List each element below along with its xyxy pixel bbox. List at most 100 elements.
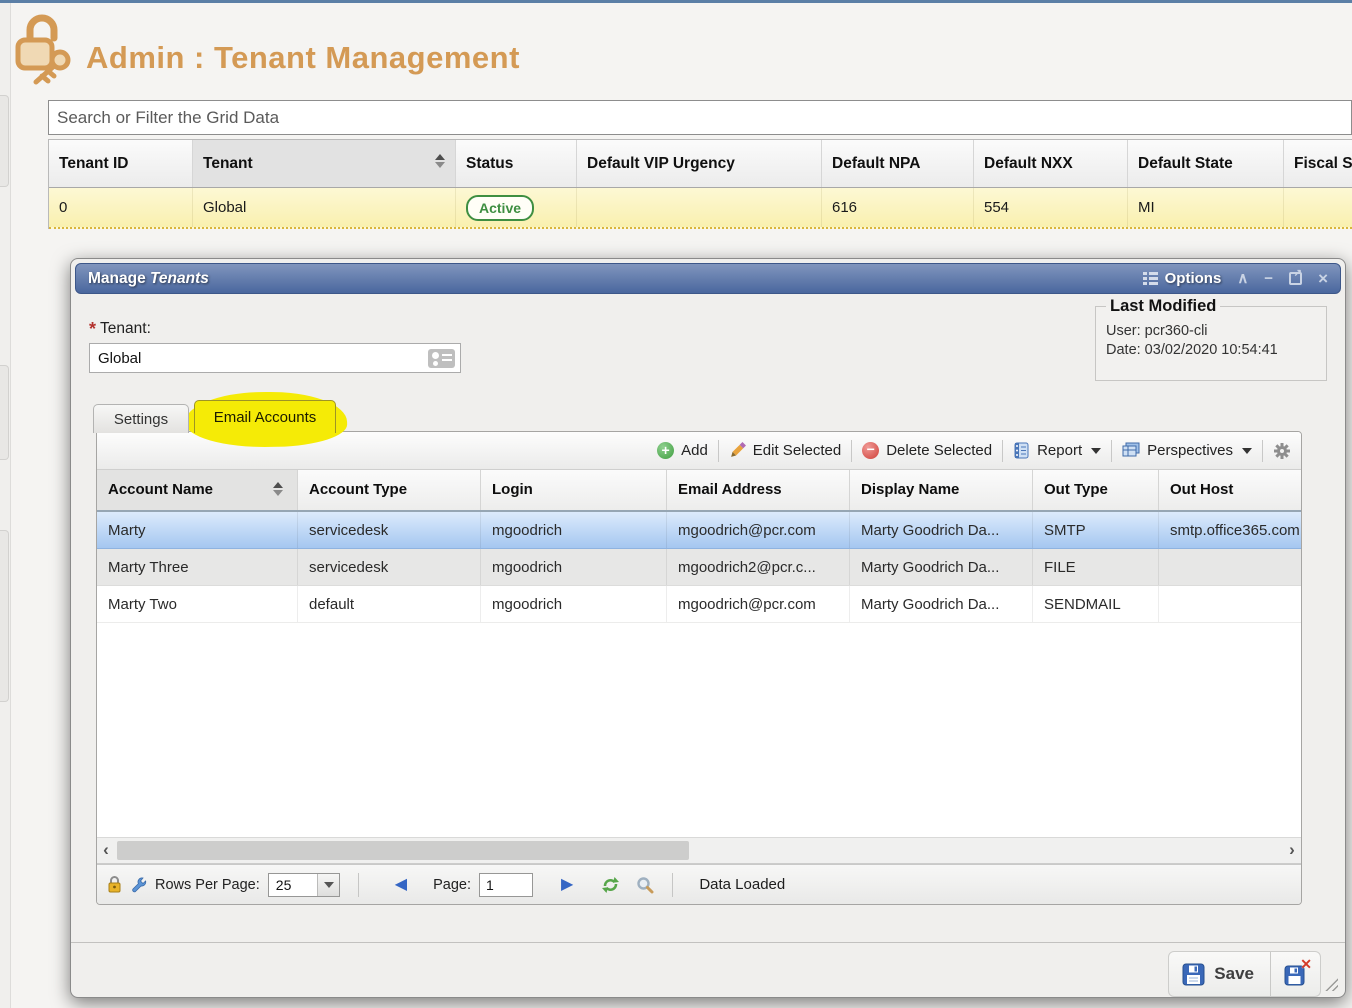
next-page-button[interactable]: ▶ [561, 877, 573, 893]
cell-default-npa: 616 [822, 188, 974, 227]
perspectives-icon [1122, 442, 1140, 459]
toolbar-separator [851, 440, 852, 462]
account-row-marty-three[interactable]: Marty Three servicedesk mgoodrich mgoodr… [97, 549, 1302, 586]
options-grid-icon [1143, 272, 1158, 285]
collapse-icon[interactable]: ∧ [1237, 271, 1248, 286]
cell-tenant: Global [193, 188, 456, 227]
column-header-default-state[interactable]: Default State [1128, 140, 1284, 187]
cell-out-type: SMTP [1033, 512, 1159, 548]
options-button[interactable]: Options [1143, 270, 1222, 287]
background-panel-item [0, 530, 9, 702]
account-row-marty[interactable]: Marty servicedesk mgoodrich mgoodrich@pc… [97, 512, 1302, 549]
required-marker: * [89, 319, 96, 339]
dialog-title: Manage Tenants [88, 270, 209, 288]
cell-display-name: Marty Goodrich Da... [850, 549, 1033, 585]
save-and-close-button[interactable]: ✕ [1270, 952, 1320, 996]
cell-account-name: Marty [97, 512, 298, 548]
cell-account-name: Marty Three [97, 549, 298, 585]
horizontal-scrollbar[interactable]: ‹ › [97, 837, 1301, 864]
chevron-down-icon [1242, 448, 1252, 454]
column-header-status[interactable]: Status [456, 140, 577, 187]
column-header-fiscal[interactable]: Fiscal S [1284, 140, 1352, 187]
cell-account-type: default [298, 586, 481, 622]
cell-account-name: Marty Two [97, 586, 298, 622]
wrench-icon[interactable] [130, 876, 147, 893]
sort-icon [435, 154, 445, 168]
cell-out-host: smtp.office365.com [1159, 512, 1302, 548]
column-header-out-type[interactable]: Out Type [1033, 470, 1159, 510]
cell-out-host [1159, 549, 1302, 585]
toolbar-separator [1111, 440, 1112, 462]
column-header-default-nxx[interactable]: Default NXX [974, 140, 1128, 187]
column-header-account-type[interactable]: Account Type [298, 470, 481, 510]
column-header-tenant[interactable]: Tenant [193, 140, 456, 187]
page-number-input[interactable] [479, 873, 533, 897]
save-icon [1182, 963, 1205, 986]
tab-settings[interactable]: Settings [93, 404, 189, 433]
cell-login: mgoodrich [481, 512, 667, 548]
email-accounts-panel: + Add Edit Selected − Delete Selected [96, 431, 1302, 905]
pencil-icon [729, 442, 746, 459]
chevron-down-icon [1091, 448, 1101, 454]
last-modified-date: Date: 03/02/2020 10:54:41 [1106, 342, 1316, 358]
tenant-input[interactable] [90, 350, 428, 367]
cell-email: mgoodrich2@pcr.c... [667, 549, 850, 585]
toolbar-separator [718, 440, 719, 462]
cell-fiscal [1284, 188, 1352, 227]
add-button[interactable]: + Add [657, 442, 708, 459]
tenant-field-label: * Tenant: [89, 319, 151, 340]
cell-tenant-id: 0 [49, 188, 193, 227]
resize-handle[interactable] [1322, 975, 1338, 991]
column-header-default-npa[interactable]: Default NPA [822, 140, 974, 187]
rows-per-page-select[interactable]: 25 [268, 873, 340, 897]
last-modified-title: Last Modified [1106, 297, 1220, 316]
scroll-right-arrow[interactable]: › [1283, 838, 1301, 863]
tenant-grid-header: Tenant ID Tenant Status Default VIP Urge… [49, 140, 1352, 188]
cell-account-type: servicedesk [298, 549, 481, 585]
column-header-out-host[interactable]: Out Host [1159, 470, 1302, 510]
grid-status-text: Data Loaded [699, 876, 785, 893]
cell-login: mgoodrich [481, 586, 667, 622]
column-header-account-name[interactable]: Account Name [97, 470, 298, 510]
contact-card-icon[interactable] [428, 349, 455, 368]
column-header-default-vip-urgency[interactable]: Default VIP Urgency [577, 140, 822, 187]
column-header-tenant-id[interactable]: Tenant ID [49, 140, 193, 187]
gear-icon[interactable] [1273, 442, 1291, 460]
lock-icon[interactable] [107, 876, 122, 893]
refresh-icon[interactable] [601, 876, 620, 894]
toolbar-separator [1002, 440, 1003, 462]
column-header-login[interactable]: Login [481, 470, 667, 510]
close-icon[interactable]: × [1318, 270, 1328, 287]
delete-icon: − [862, 442, 879, 459]
dialog-footer-buttons: Save ✕ [1168, 951, 1321, 997]
scroll-left-arrow[interactable]: ‹ [97, 838, 115, 863]
perspectives-button[interactable]: Perspectives [1122, 442, 1252, 459]
rows-per-page-label: Rows Per Page: [155, 877, 260, 893]
report-button[interactable]: Report [1013, 442, 1101, 459]
cell-display-name: Marty Goodrich Da... [850, 512, 1033, 548]
dialog-titlebar[interactable]: Manage Tenants Options ∧ − ↗ × [75, 263, 1341, 294]
save-button[interactable]: Save [1169, 952, 1270, 996]
chevron-down-icon [317, 874, 339, 896]
cell-out-host [1159, 586, 1302, 622]
scrollbar-thumb[interactable] [117, 841, 689, 860]
search-icon[interactable] [636, 876, 654, 894]
previous-page-button[interactable]: ◀ [395, 877, 407, 893]
column-header-display-name[interactable]: Display Name [850, 470, 1033, 510]
tenant-row-global[interactable]: 0 Global Active 616 554 MI [49, 188, 1352, 229]
cell-email: mgoodrich@pcr.com [667, 512, 850, 548]
cell-email: mgoodrich@pcr.com [667, 586, 850, 622]
column-header-email-address[interactable]: Email Address [667, 470, 850, 510]
tab-email-accounts[interactable]: Email Accounts [194, 400, 336, 433]
popout-icon[interactable]: ↗ [1289, 272, 1302, 285]
minimize-icon[interactable]: − [1264, 271, 1273, 286]
cell-default-vip-urgency [577, 188, 822, 227]
account-row-marty-two[interactable]: Marty Two default mgoodrich mgoodrich@pc… [97, 586, 1302, 623]
delete-selected-button[interactable]: − Delete Selected [862, 442, 992, 459]
cell-account-type: servicedesk [298, 512, 481, 548]
dialog-tabs: Settings Email Accounts [93, 397, 336, 433]
sort-icon [273, 482, 283, 496]
edit-selected-button[interactable]: Edit Selected [729, 442, 841, 459]
grid-search-input[interactable] [48, 100, 1352, 135]
admin-lock-key-icon [8, 12, 78, 86]
